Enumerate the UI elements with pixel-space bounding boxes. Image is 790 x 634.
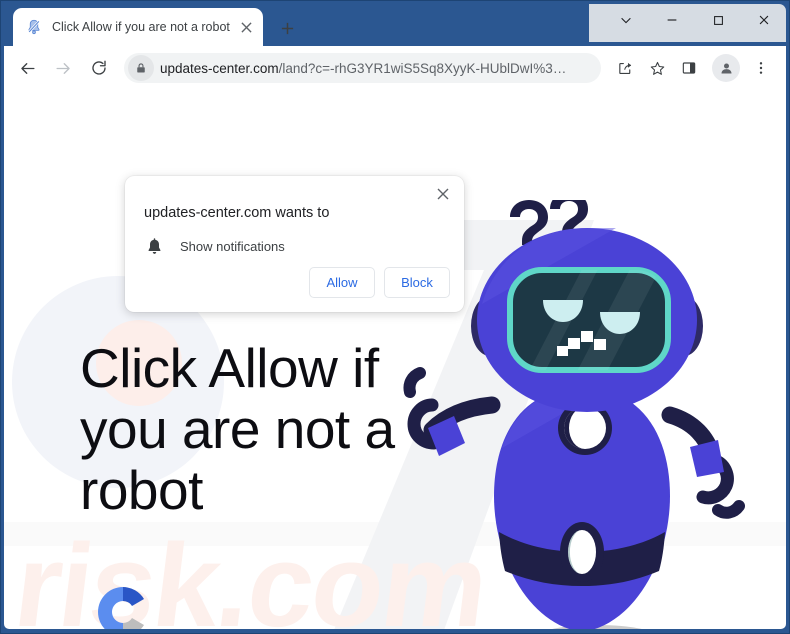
bell-icon <box>144 236 164 256</box>
three-dot-menu-icon[interactable] <box>746 53 776 83</box>
browser-tab[interactable]: Click Allow if you are not a robot <box>13 8 263 46</box>
side-panel-icon[interactable] <box>674 53 704 83</box>
back-arrow-icon[interactable] <box>12 53 42 83</box>
dialog-permission-label: Show notifications <box>180 238 285 254</box>
profile-avatar-icon[interactable] <box>712 54 740 82</box>
address-bar-text: updates-center.com/land?c=-rhG3YR1wiS5Sq… <box>160 61 566 76</box>
dialog-close-icon[interactable] <box>432 183 454 205</box>
star-icon[interactable] <box>642 53 672 83</box>
browser-toolbar: updates-center.com/land?c=-rhG3YR1wiS5Sq… <box>4 46 786 90</box>
share-icon[interactable] <box>610 53 640 83</box>
dialog-title: updates-center.com wants to <box>144 205 330 221</box>
tab-strip: Click Allow if you are not a robot <box>0 0 790 46</box>
e-captcha-logo-icon <box>94 583 152 629</box>
tab-title: Click Allow if you are not a robot <box>52 20 230 34</box>
address-host: updates-center.com <box>160 60 279 76</box>
notification-permission-dialog: updates-center.com wants to Show notific… <box>125 176 464 312</box>
dialog-actions: Allow Block <box>309 267 450 298</box>
minimize-icon[interactable] <box>649 0 695 40</box>
maximize-icon[interactable] <box>695 0 741 40</box>
reload-icon[interactable] <box>84 53 114 83</box>
new-tab-button[interactable] <box>274 15 300 41</box>
bell-slash-icon <box>25 18 43 36</box>
dialog-permission-row: Show notifications <box>144 236 285 256</box>
address-bar[interactable]: updates-center.com/land?c=-rhG3YR1wiS5Sq… <box>124 53 601 83</box>
forward-arrow-icon[interactable] <box>48 53 78 83</box>
lock-icon[interactable] <box>128 55 154 81</box>
allow-button[interactable]: Allow <box>309 267 375 298</box>
address-path: /land?c=-rhG3YR1wiS5Sq8XyyK-HUblDwI%3… <box>278 60 567 76</box>
tab-close-icon[interactable] <box>237 18 255 36</box>
window-controls <box>603 0 790 40</box>
browser-window: Click Allow if you are not a robot updat… <box>0 0 790 634</box>
page-title: Click Allow if you are not a robot <box>80 337 395 521</box>
window-close-icon[interactable] <box>741 0 787 40</box>
tab-search-icon[interactable] <box>603 0 649 40</box>
page-viewport: risk.com Click Allow if you are not a ro… <box>4 90 786 629</box>
block-button[interactable]: Block <box>384 267 450 298</box>
